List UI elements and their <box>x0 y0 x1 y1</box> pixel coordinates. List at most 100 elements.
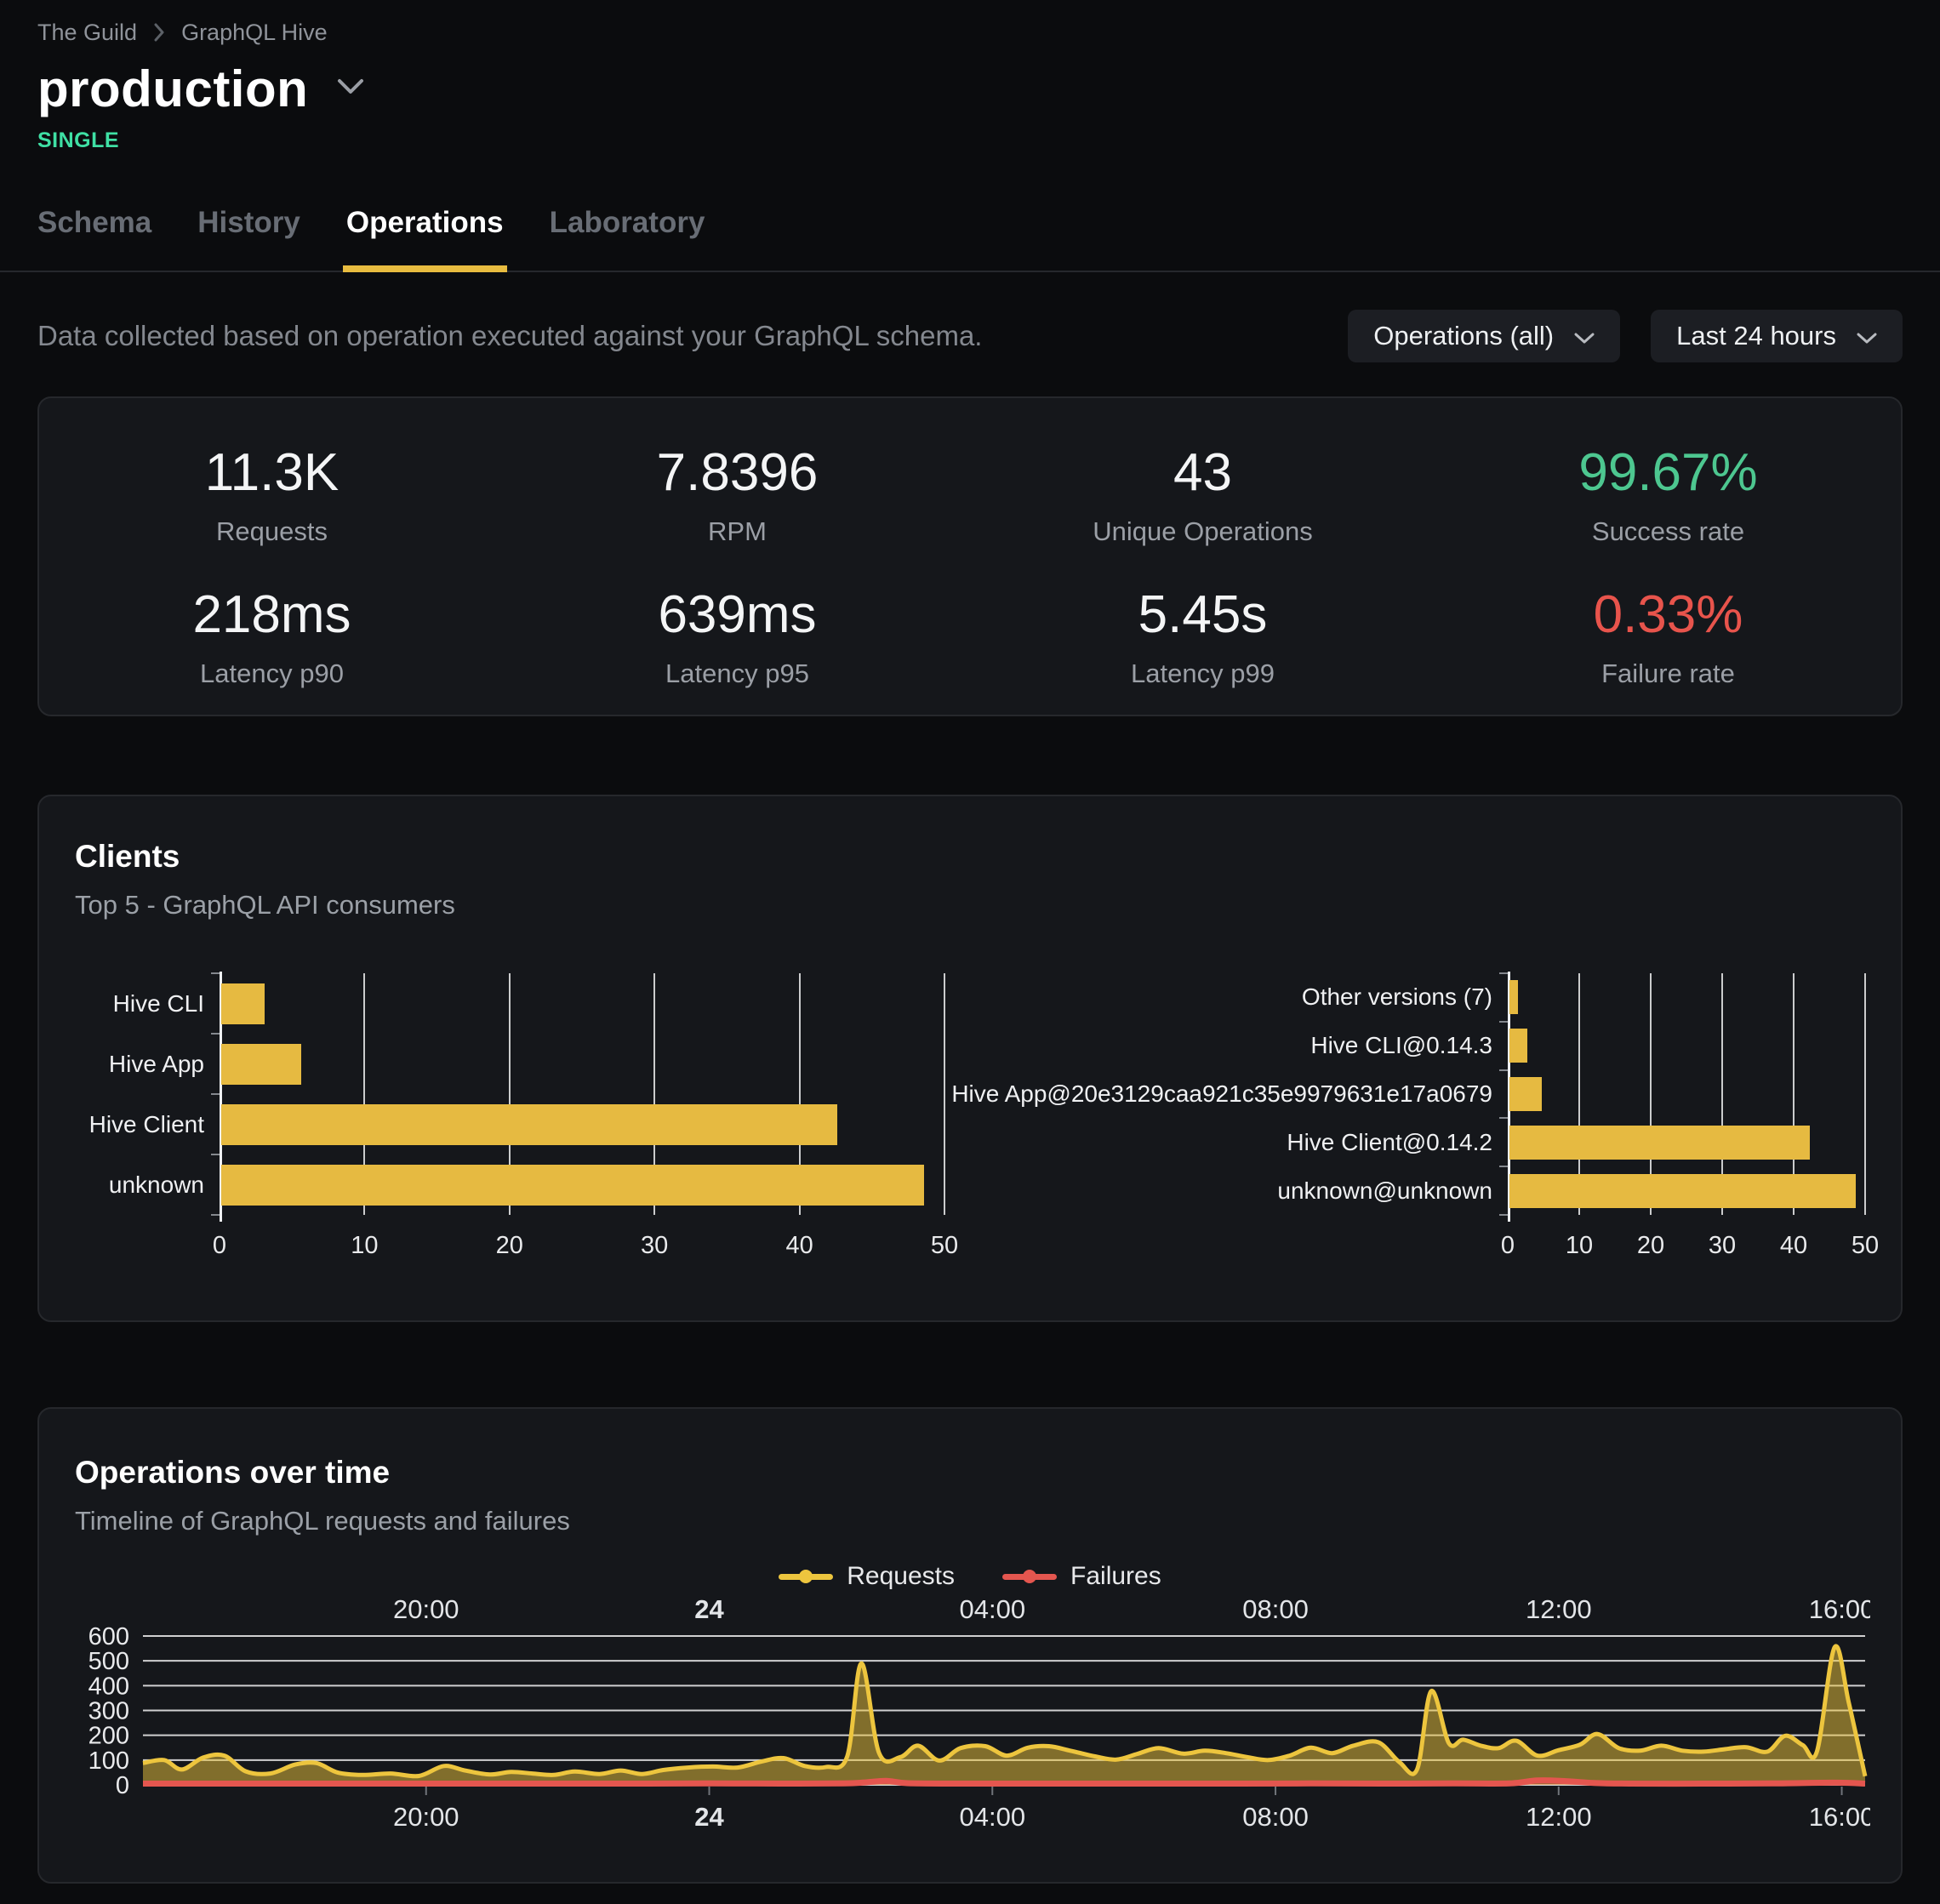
stat-latency-p95: 639ms Latency p95 <box>505 584 970 689</box>
target-selector[interactable]: production <box>37 60 1903 118</box>
legend-label: Requests <box>847 1562 955 1591</box>
breadcrumb-project-link[interactable]: GraphQL Hive <box>181 20 328 46</box>
x-axis-top-label: 24 <box>694 1594 724 1624</box>
tab-schema[interactable]: Schema <box>37 206 151 271</box>
x-axis-tick-label: 30 <box>1709 1232 1736 1260</box>
operations-filter-dropdown[interactable]: Operations (all) <box>1348 310 1620 362</box>
bar-category-label: unknown <box>75 1154 220 1215</box>
breadcrumb: The Guild GraphQL Hive <box>37 17 1903 48</box>
stat-value: 639ms <box>505 584 970 645</box>
stat-value: 99.67% <box>1435 442 1901 503</box>
stat-value: 43 <box>970 442 1435 503</box>
page-header: The Guild GraphQL Hive production SINGLE <box>0 0 1940 153</box>
bar-category-label: Hive App <box>75 1034 220 1094</box>
stat-unique-operations: 43 Unique Operations <box>970 442 1435 547</box>
stat-value: 218ms <box>39 584 505 645</box>
y-axis-tick-label: 400 <box>88 1673 129 1700</box>
x-axis-top-label: 20:00 <box>393 1594 459 1624</box>
stat-value: 5.45s <box>970 584 1435 645</box>
bar <box>1509 1077 1542 1111</box>
x-axis-bottom-label: 16:00 <box>1809 1802 1870 1832</box>
x-axis-tick-label: 40 <box>785 1232 813 1260</box>
stat-latency-p90: 218ms Latency p90 <box>39 584 505 689</box>
bar-chart-labels: Hive CLIHive AppHive Clientunknown <box>75 973 220 1215</box>
bar-chart-plot <box>220 973 944 1215</box>
operations-over-time-panel: Operations over time Timeline of GraphQL… <box>37 1407 1903 1884</box>
stats-panel: 11.3K Requests 7.8396 RPM 43 Unique Oper… <box>37 396 1903 716</box>
bar <box>221 1044 301 1085</box>
bar-chart-body: Other versions (7)Hive CLI@0.14.3Hive Ap… <box>963 973 1865 1215</box>
x-axis-tick-label: 40 <box>1780 1232 1807 1260</box>
axis-tick <box>211 972 220 974</box>
legend-item-requests[interactable]: Requests <box>779 1562 955 1591</box>
x-axis-top-label: 12:00 <box>1526 1594 1592 1624</box>
axis-tick <box>1499 1166 1508 1167</box>
x-axis-bottom-label: 12:00 <box>1526 1802 1592 1832</box>
bar <box>221 1104 837 1145</box>
y-axis-tick-label: 300 <box>88 1698 129 1725</box>
legend-item-failures[interactable]: Failures <box>1002 1562 1161 1591</box>
period-filter-dropdown[interactable]: Last 24 hours <box>1651 310 1903 362</box>
bar <box>1509 1029 1527 1063</box>
y-axis-tick-label: 600 <box>88 1623 129 1650</box>
stat-label: Success rate <box>1435 516 1901 547</box>
timeline-area-chart: 010020030040050060020:0020:00242404:0004… <box>75 1594 1865 1838</box>
failures-series-marker-icon <box>1002 1574 1057 1580</box>
stat-label: Latency p99 <box>970 658 1435 689</box>
stat-label: Latency p95 <box>505 658 970 689</box>
axis-tick <box>1499 1214 1508 1216</box>
bar-category-label: unknown@unknown <box>963 1166 1508 1215</box>
timeline-legend: Requests Failures <box>75 1562 1865 1591</box>
tab-operations[interactable]: Operations <box>346 206 504 271</box>
gridline <box>1864 973 1866 1215</box>
x-axis-top-label: 16:00 <box>1809 1594 1870 1624</box>
x-axis-tick-label: 20 <box>496 1232 523 1260</box>
x-axis-tick-label: 30 <box>641 1232 668 1260</box>
operations-subtitle: Timeline of GraphQL requests and failure… <box>75 1506 1865 1536</box>
x-axis-bottom-label: 04:00 <box>959 1802 1025 1832</box>
tab-bar: Schema History Operations Laboratory <box>0 206 1940 272</box>
period-filter-label: Last 24 hours <box>1676 321 1836 351</box>
x-axis-tick-label: 0 <box>213 1232 226 1260</box>
x-axis-labels: 01020304050 <box>220 1227 944 1266</box>
clients-charts: Hive CLIHive AppHive Clientunknown 0 10 20 3… <box>75 973 1865 1266</box>
bar-category-label: Hive CLI <box>75 973 220 1034</box>
bar-chart-labels: Other versions (7)Hive CLI@0.14.3Hive Ap… <box>963 973 1508 1215</box>
target-type-badge: SINGLE <box>37 128 1903 153</box>
stat-success-rate: 99.67% Success rate <box>1435 442 1901 547</box>
axis-tick <box>211 1154 220 1155</box>
stat-label: RPM <box>505 516 970 547</box>
x-axis-tick-label: 10 <box>1566 1232 1593 1260</box>
operations-filter-label: Operations (all) <box>1373 321 1554 351</box>
tab-laboratory[interactable]: Laboratory <box>550 206 705 271</box>
chevron-right-icon <box>154 23 164 42</box>
axis-tick <box>1499 1117 1508 1119</box>
axis-tick <box>211 1033 220 1035</box>
clients-by-version-bar-chart: Other versions (7)Hive CLI@0.14.3Hive Ap… <box>963 973 1865 1266</box>
filters: Operations (all) Last 24 hours <box>1348 310 1903 362</box>
axis-tick <box>1499 1069 1508 1071</box>
y-axis-tick-label: 200 <box>88 1723 129 1750</box>
stat-failure-rate: 0.33% Failure rate <box>1435 584 1901 689</box>
bar-category-label: Hive App@20e3129caa921c35e9979631e17a067… <box>963 1070 1508 1119</box>
stat-value: 11.3K <box>39 442 505 503</box>
x-axis-tick-label: 50 <box>1852 1232 1879 1260</box>
legend-label: Failures <box>1070 1562 1161 1591</box>
axis-tick <box>1499 972 1508 974</box>
requests-series-marker-icon <box>779 1574 833 1580</box>
clients-subtitle: Top 5 - GraphQL API consumers <box>75 890 1865 921</box>
breadcrumb-org-link[interactable]: The Guild <box>37 20 137 46</box>
clients-by-name-bar-chart: Hive CLIHive AppHive Clientunknown010203… <box>75 973 944 1266</box>
chevron-down-icon <box>337 78 364 100</box>
stat-value: 7.8396 <box>505 442 970 503</box>
chevron-down-icon <box>1574 321 1595 351</box>
tab-history[interactable]: History <box>197 206 300 271</box>
x-axis-bottom-label: 24 <box>694 1802 724 1832</box>
page-title: production <box>37 60 308 118</box>
clients-title: Clients <box>75 839 1865 875</box>
bar <box>1509 1126 1810 1160</box>
x-axis-bottom-label: 08:00 <box>1242 1802 1309 1832</box>
bar <box>221 1165 924 1206</box>
clients-panel: Clients Top 5 - GraphQL API consumers Hi… <box>37 795 1903 1322</box>
y-axis-tick-label: 500 <box>88 1648 129 1675</box>
